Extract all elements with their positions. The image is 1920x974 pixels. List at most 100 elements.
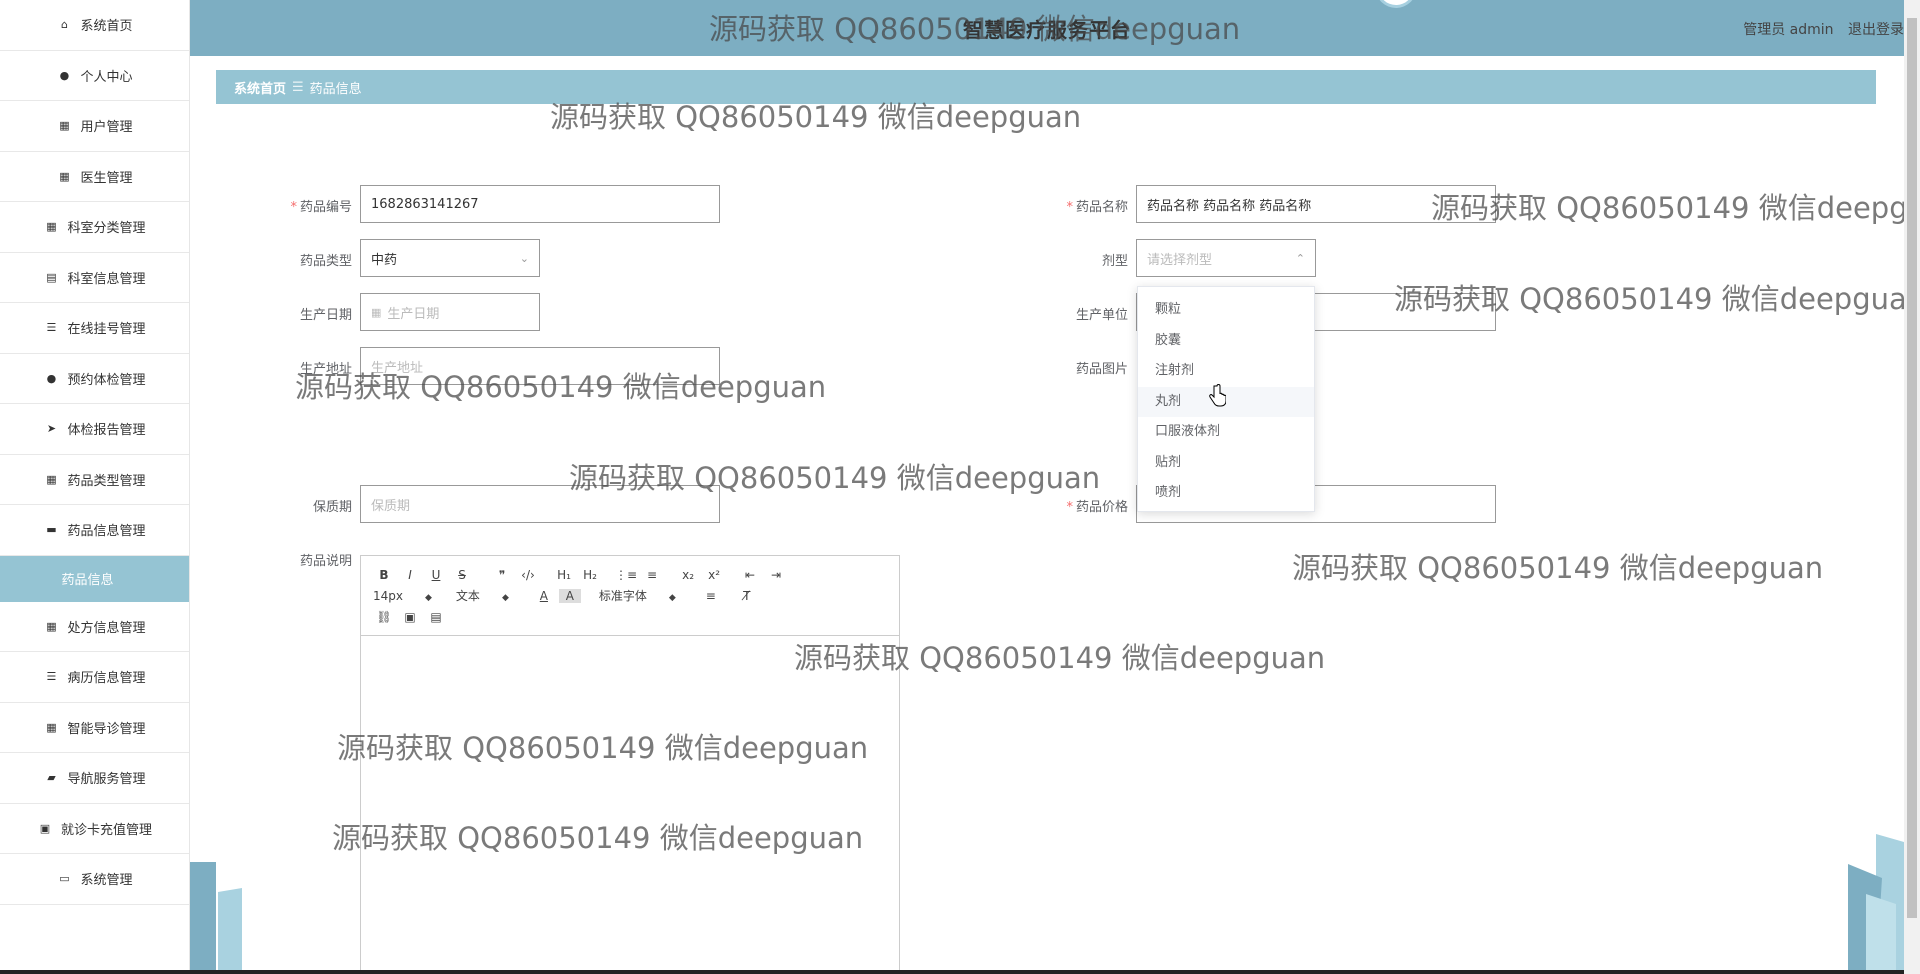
editor-toolbar: B I U S ❞ ‹/› H₁ H₂ ⋮≡ ≡ x₂ x² ⇤ ⇥ 14px ◆…: [361, 556, 899, 636]
shelf-life-label: 保质期: [312, 500, 352, 515]
grid-icon: ▦: [59, 119, 70, 133]
drug-image-label: 药品图片: [1075, 362, 1128, 377]
header-logo-circle: [1376, 0, 1416, 8]
underline-button[interactable]: U: [425, 568, 447, 582]
background-color-button[interactable]: A: [558, 588, 581, 603]
briefcase-icon: ▣: [39, 821, 51, 835]
breadcrumb-separator: ☰: [292, 79, 304, 95]
outdent-button[interactable]: ⇤: [739, 568, 761, 582]
dropdown-option[interactable]: 口服液体剂: [1138, 417, 1314, 448]
breadcrumb-current: 药品信息: [309, 81, 362, 97]
indent-button[interactable]: ⇥: [765, 568, 787, 582]
corner-decoration-right: [1848, 834, 1904, 974]
production-date-input[interactable]: ▦ 生产日期: [360, 293, 540, 331]
code-button[interactable]: ‹/›: [517, 568, 539, 582]
link-icon[interactable]: ⛓: [373, 610, 395, 624]
admin-label: 管理员 admin: [1743, 22, 1834, 38]
sidebar-item-navigation[interactable]: ▰ 导航服务管理: [0, 753, 189, 804]
sidebar-item-registration[interactable]: ☰ 在线挂号管理: [0, 303, 189, 354]
align-button[interactable]: ≡: [700, 589, 722, 603]
grid-icon: ▦: [46, 472, 57, 486]
font-color-button[interactable]: A: [533, 589, 555, 603]
scrollbar-thumb[interactable]: [1907, 18, 1917, 918]
dropdown-option[interactable]: 胶囊: [1138, 326, 1314, 357]
font-family-select[interactable]: 标准字体 ◆: [599, 587, 676, 604]
italic-button[interactable]: I: [399, 568, 421, 582]
bottom-border: [0, 970, 1904, 974]
h2-button[interactable]: H₂: [579, 568, 601, 582]
sidebar-item-home[interactable]: ⌂ 系统首页: [0, 0, 189, 51]
top-header: 智慧医疗服务平台 管理员 admin 退出登录: [190, 0, 1904, 56]
logout-link[interactable]: 退出登录: [1848, 22, 1904, 38]
clipboard-icon: ▤: [46, 270, 57, 284]
sidebar-item-report[interactable]: ➤ 体检报告管理: [0, 404, 189, 455]
header-user-area: 管理员 admin 退出登录: [1733, 19, 1904, 39]
sidebar-item-dept-info[interactable]: ▤ 科室信息管理: [0, 253, 189, 303]
sidebar-item-system[interactable]: ▭ 系统管理: [0, 854, 189, 905]
dropdown-option-hovered[interactable]: 丸剂: [1138, 386, 1314, 417]
drive-icon: ▭: [59, 872, 70, 886]
sidebar-item-checkup[interactable]: ● 预约体检管理: [0, 354, 189, 404]
sidebar: ⌂ 系统首页 ● 个人中心 ▦ 用户管理 ▦ 医生管理 ▦ 科室分类管理 ▤ 科室信息管理 …: [0, 0, 190, 974]
drug-name-label: * 药品名称: [1066, 200, 1128, 215]
hand-pointer-icon: [1209, 384, 1226, 407]
chevron-up-icon: ⌃: [1295, 251, 1305, 265]
superscript-button[interactable]: x²: [703, 568, 725, 582]
drug-type-select[interactable]: 中药 ⌄: [360, 239, 540, 277]
sidebar-item-profile[interactable]: ● 个人中心: [0, 51, 189, 101]
strike-button[interactable]: S: [451, 568, 473, 582]
sidebar-subitem-drug-info[interactable]: 药品信息: [0, 555, 189, 602]
dropdown-option[interactable]: 喷剂: [1138, 478, 1314, 509]
bold-button[interactable]: B: [373, 568, 395, 582]
dropdown-option[interactable]: 贴剂: [1138, 448, 1314, 479]
dosage-form-label: 剂型: [1101, 254, 1128, 269]
dosage-form-dropdown: 颗粒 胶囊 注射剂 丸剂 口服液体剂 贴剂 喷剂: [1137, 286, 1315, 512]
breadcrumb: 系统首页 ☰ 药品信息: [216, 70, 1876, 104]
dosage-form-select[interactable]: 请选择剂型 ⌃: [1136, 239, 1316, 277]
subscript-button[interactable]: x₂: [677, 568, 699, 582]
sidebar-item-doctors[interactable]: ▦ 医生管理: [0, 152, 189, 202]
user-icon: ●: [59, 68, 70, 82]
price-label: * 药品价格: [1066, 500, 1128, 515]
production-address-label: 生产地址: [299, 362, 352, 377]
grid-icon: ▦: [59, 169, 70, 183]
sidebar-item-medical-record[interactable]: ☰ 病历信息管理: [0, 652, 189, 703]
sidebar-item-drug-info[interactable]: ▬ 药品信息管理: [0, 505, 189, 556]
ordered-list-button[interactable]: ⋮≡: [615, 568, 637, 582]
dropdown-option[interactable]: 颗粒: [1138, 295, 1314, 326]
production-address-input[interactable]: 生产地址: [360, 347, 720, 385]
sidebar-item-prescription[interactable]: ▦ 处方信息管理: [0, 602, 189, 652]
calendar-icon: ▦: [371, 305, 382, 319]
video-icon[interactable]: ▤: [425, 610, 447, 624]
sidebar-item-dept-category[interactable]: ▦ 科室分类管理: [0, 202, 189, 253]
drug-name-input[interactable]: 药品名称 药品名称 药品名称: [1136, 185, 1496, 223]
clear-format-button[interactable]: T̸: [736, 589, 758, 603]
sidebar-item-card-recharge[interactable]: ▣ 就诊卡充值管理: [0, 804, 189, 854]
vertical-scrollbar[interactable]: [1904, 0, 1920, 974]
description-label: 药品说明: [299, 554, 352, 569]
bullet-list-button[interactable]: ≡: [641, 568, 663, 582]
list-icon: ☰: [46, 321, 57, 335]
drug-no-input[interactable]: 1682863141267: [360, 185, 720, 223]
app-title: 智慧医疗服务平台: [963, 18, 1131, 42]
rich-text-editor: B I U S ❞ ‹/› H₁ H₂ ⋮≡ ≡ x₂ x² ⇤ ⇥ 14px ◆…: [360, 555, 900, 974]
shelf-life-input[interactable]: 保质期: [360, 485, 720, 523]
image-icon[interactable]: ▣: [399, 610, 421, 624]
user-icon: ●: [46, 371, 57, 385]
sidebar-item-triage[interactable]: ▦ 智能导诊管理: [0, 703, 189, 753]
sidebar-item-users[interactable]: ▦ 用户管理: [0, 101, 189, 152]
h1-button[interactable]: H₁: [553, 568, 575, 582]
chevron-down-icon: ⌄: [519, 251, 529, 265]
ticket-icon: ▰: [47, 771, 56, 785]
manufacturer-label: 生产单位: [1075, 308, 1128, 323]
drug-no-label: * 药品编号: [290, 200, 352, 215]
font-size-select[interactable]: 14px ◆: [373, 589, 432, 603]
sidebar-item-drug-type[interactable]: ▦ 药品类型管理: [0, 455, 189, 505]
grid-icon: ▦: [46, 619, 57, 633]
corner-decoration-left: [190, 862, 242, 974]
quote-button[interactable]: ❞: [491, 568, 513, 582]
dropdown-option[interactable]: 注射剂: [1138, 356, 1314, 387]
breadcrumb-home[interactable]: 系统首页: [234, 78, 286, 97]
header-select[interactable]: 文本 ◆: [456, 587, 509, 604]
send-icon: ➤: [46, 422, 57, 436]
